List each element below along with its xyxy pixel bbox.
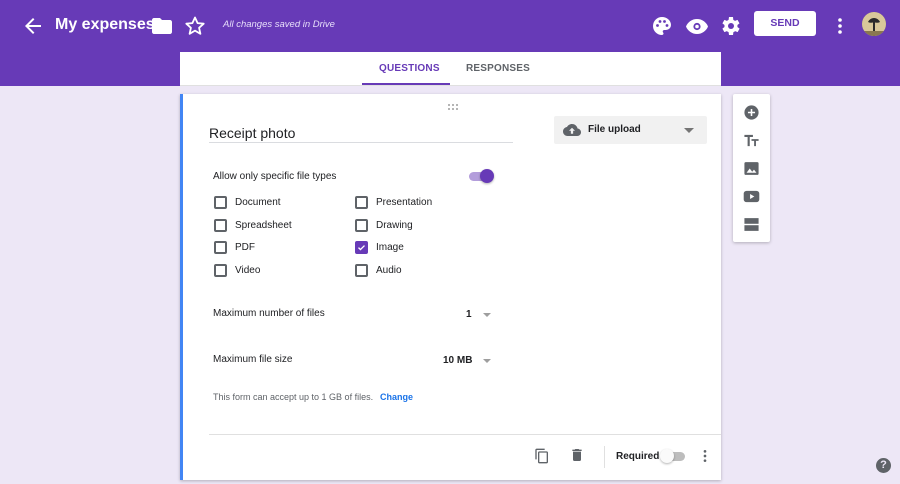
question-title-underline	[209, 142, 513, 143]
tab-bar: QUESTIONS RESPONSES	[180, 52, 721, 86]
star-icon[interactable]	[183, 14, 207, 38]
required-label: Required	[616, 451, 660, 462]
chevron-down-icon	[483, 313, 491, 317]
capacity-note: This form can accept up to 1 GB of files…	[213, 392, 374, 402]
gear-icon[interactable]	[718, 14, 742, 38]
checkbox-label: Image	[376, 242, 404, 253]
max-files-value: 1	[466, 309, 472, 320]
trash-icon[interactable]	[569, 447, 585, 463]
checkbox-label: Spreadsheet	[235, 220, 292, 231]
image-icon[interactable]	[743, 160, 760, 177]
side-toolbar	[733, 94, 770, 242]
add-circle-icon[interactable]	[743, 104, 760, 121]
top-app-bar: My expenses All changes saved in Drive S…	[0, 0, 900, 52]
max-size-label: Maximum file size	[213, 354, 293, 365]
card-footer-divider	[209, 434, 721, 435]
max-files-label: Maximum number of files	[213, 308, 325, 319]
send-button[interactable]: SEND	[754, 11, 816, 36]
checkbox-label: Presentation	[376, 197, 433, 208]
check-icon	[358, 245, 365, 251]
title-text-icon[interactable]	[743, 132, 760, 149]
duplicate-icon[interactable]	[534, 448, 550, 464]
avatar[interactable]	[862, 12, 886, 36]
save-status-text: All changes saved in Drive	[223, 19, 335, 30]
help-icon[interactable]: ?	[876, 458, 891, 473]
video-icon[interactable]	[743, 188, 760, 205]
allow-specific-types-label: Allow only specific file types	[213, 171, 337, 182]
change-link[interactable]: Change	[380, 391, 413, 403]
form-title[interactable]: My expenses	[55, 14, 155, 36]
active-tab-indicator	[362, 83, 450, 85]
more-vert-icon[interactable]	[697, 448, 713, 464]
checkbox-label: Audio	[376, 265, 402, 276]
section-icon[interactable]	[743, 216, 760, 233]
checkbox-spreadsheet[interactable]	[214, 219, 227, 232]
question-type-label: File upload	[588, 124, 641, 135]
checkbox-label: Video	[235, 265, 261, 276]
chevron-down-icon	[684, 128, 694, 133]
question-title-input[interactable]: Receipt photo	[209, 124, 295, 142]
eye-icon[interactable]	[685, 14, 709, 38]
question-card[interactable]: Receipt photo File upload Allow only spe…	[180, 94, 721, 480]
tab-responses[interactable]: RESPONSES	[466, 63, 530, 75]
tab-questions[interactable]: QUESTIONS	[379, 63, 440, 75]
checkbox-audio[interactable]	[355, 264, 368, 277]
folder-icon[interactable]	[150, 14, 174, 38]
more-vert-icon[interactable]	[828, 14, 852, 38]
checkbox-drawing[interactable]	[355, 219, 368, 232]
max-size-value: 10 MB	[443, 355, 473, 366]
cloud-upload-icon	[563, 122, 581, 138]
drag-handle-icon[interactable]	[447, 98, 459, 110]
checkbox-presentation[interactable]	[355, 196, 368, 209]
checkbox-image[interactable]	[355, 241, 368, 254]
checkbox-pdf[interactable]	[214, 241, 227, 254]
checkbox-label: Drawing	[376, 220, 413, 231]
chevron-down-icon	[483, 359, 491, 363]
checkbox-video[interactable]	[214, 264, 227, 277]
palette-icon[interactable]	[650, 14, 674, 38]
checkbox-label: PDF	[235, 242, 255, 253]
footer-separator	[604, 446, 605, 468]
checkbox-document[interactable]	[214, 196, 227, 209]
back-arrow-icon[interactable]	[21, 14, 45, 38]
question-type-select[interactable]: File upload	[554, 116, 707, 144]
checkbox-label: Document	[235, 197, 281, 208]
